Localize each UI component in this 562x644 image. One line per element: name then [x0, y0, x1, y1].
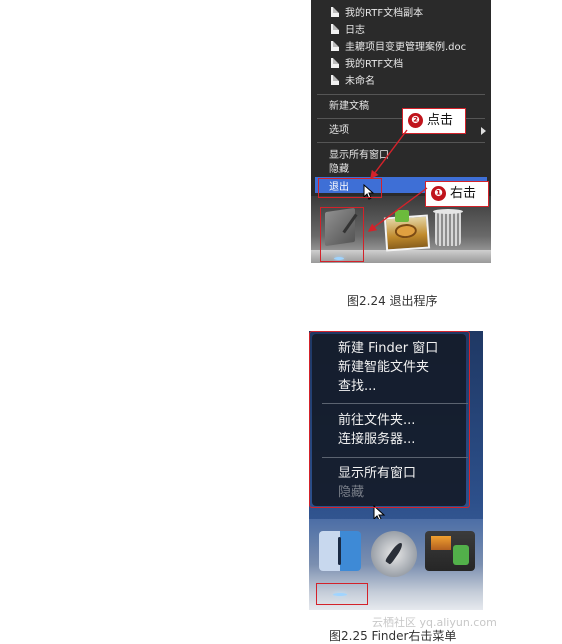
recent-doc-item[interactable]: 日志	[331, 23, 365, 38]
launchpad-rocket-icon[interactable]	[371, 531, 417, 577]
document-icon	[331, 24, 339, 34]
finder-icon[interactable]	[319, 531, 361, 571]
document-icon	[331, 7, 339, 17]
document-icon	[331, 41, 339, 51]
document-icon	[331, 58, 339, 68]
recent-doc-item[interactable]: 我的RTF文档副本	[331, 6, 423, 21]
recent-doc-item[interactable]: 圭耱项目变更管理案例.doc	[331, 40, 466, 55]
figure-caption: 图2.25 Finder右击菜单	[329, 629, 457, 643]
finder-indicator-highlight-box	[316, 583, 368, 605]
gallery-app-icon[interactable]	[425, 531, 475, 571]
recent-doc-item[interactable]: 我的RTF文档	[331, 57, 403, 72]
menu-highlight-box	[309, 331, 470, 508]
menu-separator	[317, 94, 485, 95]
document-icon	[331, 75, 339, 85]
recent-doc-item[interactable]: 未命名	[331, 74, 375, 89]
callout-arrows	[367, 129, 428, 232]
figure-caption: 图2.24 退出程序	[347, 294, 438, 308]
